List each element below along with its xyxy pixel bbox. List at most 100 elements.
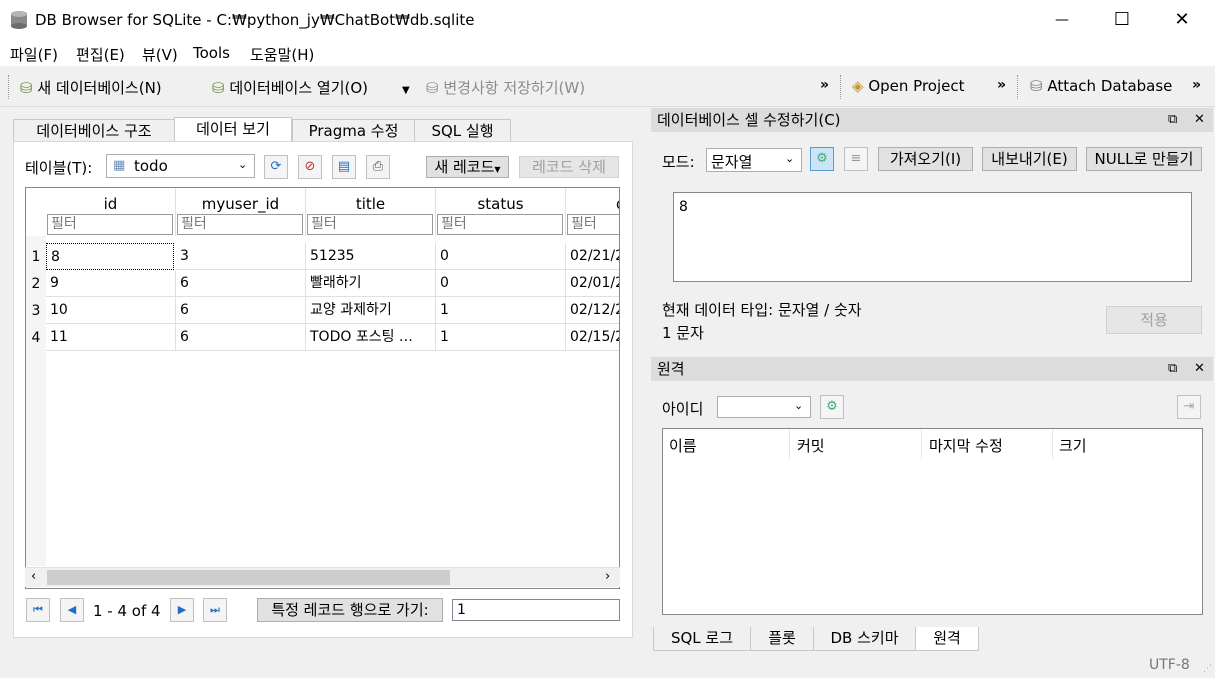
toolbar-overflow-chevron-3[interactable]: » (1192, 77, 1201, 93)
scroll-left-icon[interactable]: ‹ (31, 569, 36, 584)
float-dock-icon[interactable]: ⧉ (1168, 361, 1177, 376)
filter-input[interactable]: 필터 (437, 214, 563, 235)
clear-filters-icon[interactable]: ⊘ (298, 155, 322, 179)
maximize-button[interactable]: ☐ (1092, 0, 1152, 40)
new-database-button[interactable]: ⛁ 새 데이터베이스(N) (20, 77, 162, 98)
attach-db-icon: ⛁ (1030, 77, 1043, 95)
cell-editor[interactable]: 8 (673, 192, 1192, 282)
save-table-icon[interactable]: ▤ (332, 155, 356, 179)
filter-input[interactable]: 필터 (307, 214, 433, 235)
export-button[interactable]: 내보내기(E) (982, 147, 1077, 171)
menu-tools[interactable]: Tools (193, 44, 230, 62)
table-cell[interactable]: 10 (46, 297, 176, 324)
menu-edit[interactable]: 편집(E) (76, 44, 125, 65)
scroll-right-icon[interactable]: › (605, 569, 610, 584)
table-cell[interactable]: 0 (436, 243, 566, 270)
close-button[interactable]: ✕ (1152, 0, 1212, 40)
table-cell[interactable]: 9 (46, 270, 176, 297)
menu-help[interactable]: 도움말(H) (250, 44, 314, 65)
import-button[interactable]: 가져오기(I) (878, 147, 973, 171)
filter-input[interactable]: 필터 (177, 214, 303, 235)
column-header-status[interactable]: status 필터 (436, 188, 566, 236)
tab-sql-log[interactable]: SQL 로그 (653, 627, 751, 651)
identity-settings-icon[interactable]: ⚙ (820, 395, 844, 419)
identity-select[interactable]: ⌄ (717, 396, 811, 418)
table-row[interactable]: 2 9 6 빨래하기 0 02/01/2 (26, 270, 619, 297)
table-row[interactable]: 3 10 6 교양 과제하기 1 02/12/2 (26, 297, 619, 324)
horizontal-scrollbar[interactable]: ‹ › (25, 567, 620, 587)
table-row[interactable]: 4 11 6 TODO 포스팅 … 1 02/15/2 (26, 324, 619, 351)
auto-switch-mode-icon[interactable]: ⚙ (810, 147, 834, 171)
previous-record-icon[interactable]: ◀ (60, 598, 84, 622)
new-record-button[interactable]: 새 레코드▼ (426, 156, 509, 178)
table-row[interactable]: 1 8 3 51235 0 02/21/2 (26, 243, 619, 270)
new-database-label: 새 데이터베이스(N) (37, 79, 162, 97)
last-record-icon[interactable]: ⏭ (203, 598, 227, 622)
table-cell[interactable]: 6 (176, 270, 306, 297)
first-record-icon[interactable]: ⏮ (26, 598, 50, 622)
print-icon[interactable]: ⎙ (366, 155, 390, 179)
apply-button[interactable]: 적용 (1106, 306, 1202, 334)
set-null-button[interactable]: NULL로 만들기 (1086, 147, 1202, 171)
table-select[interactable]: ▦ todo ⌄ (106, 154, 255, 178)
table-cell[interactable]: 교양 과제하기 (306, 297, 436, 324)
word-wrap-icon[interactable]: ≡ (844, 147, 868, 171)
menu-file[interactable]: 파일(F) (10, 44, 58, 65)
toolbar-grip (8, 75, 11, 99)
table-cell[interactable]: 1 (436, 297, 566, 324)
tab-db-schema[interactable]: DB 스키마 (813, 627, 916, 651)
remote-column-size[interactable]: 크기 (1059, 435, 1087, 456)
table-cell[interactable]: 8 (46, 243, 174, 270)
write-changes-button[interactable]: ⛁ 변경사항 저장하기(W) (426, 77, 585, 98)
goto-record-input[interactable]: 1 (452, 599, 620, 621)
menu-view[interactable]: 뷰(V) (142, 44, 178, 65)
toolbar-overflow-chevron-1[interactable]: » (820, 77, 829, 93)
open-database-button[interactable]: ⛁ 데이터베이스 열기(O) (212, 77, 368, 98)
tab-remote[interactable]: 원격 (915, 627, 979, 651)
remote-column-last-modified[interactable]: 마지막 수정 (929, 435, 1003, 456)
float-dock-icon[interactable]: ⧉ (1168, 112, 1177, 127)
tab-browse-data[interactable]: 데이터 보기 (174, 117, 292, 143)
column-header-title[interactable]: title 필터 (306, 188, 436, 236)
table-cell[interactable]: TODO 포스팅 … (306, 324, 436, 351)
minimize-button[interactable]: — (1032, 0, 1092, 40)
table-cell[interactable]: 0 (436, 270, 566, 297)
dropdown-arrow-icon: ▼ (494, 165, 501, 174)
table-cell[interactable]: 빨래하기 (306, 270, 436, 297)
tab-edit-pragmas[interactable]: Pragma 수정 (292, 119, 415, 142)
delete-record-button[interactable]: 레코드 삭제 (519, 156, 619, 178)
table-cell[interactable]: 02/01/2 (566, 270, 619, 297)
table-cell[interactable]: 1 (436, 324, 566, 351)
open-project-button[interactable]: ◈ Open Project (852, 77, 964, 95)
filter-input[interactable]: 필터 (567, 214, 619, 235)
column-header-date[interactable]: d 필터 (566, 188, 619, 236)
table-cell[interactable]: 3 (176, 243, 306, 270)
filter-input[interactable]: 필터 (47, 214, 173, 235)
push-database-icon[interactable]: ⇥ (1177, 395, 1201, 419)
remote-file-list[interactable]: 이름 커밋 마지막 수정 크기 (662, 428, 1203, 615)
refresh-icon[interactable]: ⟳ (264, 155, 288, 179)
toolbar-overflow-chevron-2[interactable]: » (997, 77, 1006, 93)
remote-column-commit[interactable]: 커밋 (797, 435, 825, 456)
column-header-myuser-id[interactable]: myuser_id 필터 (176, 188, 306, 236)
table-cell[interactable]: 6 (176, 297, 306, 324)
attach-database-button[interactable]: ⛁ Attach Database (1030, 77, 1172, 95)
close-dock-icon[interactable]: ✕ (1194, 112, 1205, 127)
table-cell[interactable]: 6 (176, 324, 306, 351)
table-cell[interactable]: 02/12/2 (566, 297, 619, 324)
tab-execute-sql[interactable]: SQL 실행 (414, 119, 511, 142)
table-cell[interactable]: 02/21/2 (566, 243, 619, 270)
remote-column-name[interactable]: 이름 (669, 435, 697, 456)
close-dock-icon[interactable]: ✕ (1194, 361, 1205, 376)
goto-record-button[interactable]: 특정 레코드 행으로 가기: (257, 598, 443, 622)
table-cell[interactable]: 11 (46, 324, 176, 351)
tab-plot[interactable]: 플롯 (750, 627, 814, 651)
open-database-dropdown-arrow[interactable]: ▼ (402, 85, 410, 96)
mode-select[interactable]: 문자열 ⌄ (706, 148, 802, 172)
next-record-icon[interactable]: ▶ (170, 598, 194, 622)
column-header-id[interactable]: id 필터 (46, 188, 176, 236)
table-cell[interactable]: 02/15/2 (566, 324, 619, 351)
tab-database-structure[interactable]: 데이터베이스 구조 (13, 119, 175, 142)
scrollbar-thumb[interactable] (47, 570, 450, 585)
table-cell[interactable]: 51235 (306, 243, 436, 270)
